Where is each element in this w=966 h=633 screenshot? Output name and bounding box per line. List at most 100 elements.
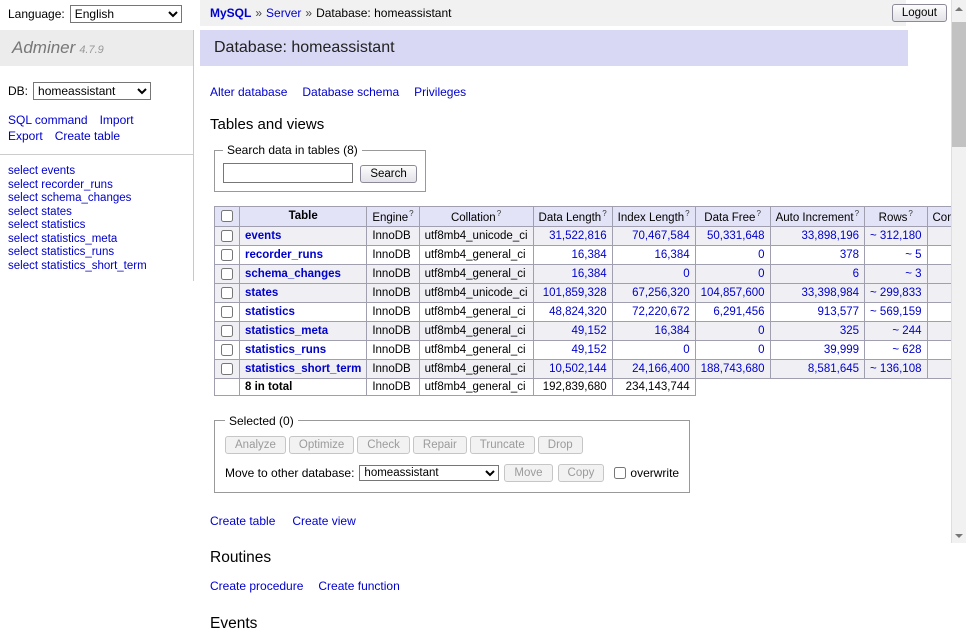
check-button[interactable]: Check: [357, 436, 410, 454]
index-length-link[interactable]: 16,384: [654, 249, 689, 261]
rows-link[interactable]: ~ 3: [905, 268, 921, 280]
data-free-link[interactable]: 0: [758, 344, 764, 356]
data-free-link[interactable]: 188,743,680: [701, 363, 765, 375]
table-link-states[interactable]: states: [245, 287, 278, 299]
help-link[interactable]: ?: [602, 209, 606, 218]
overwrite-checkbox[interactable]: [614, 467, 626, 479]
sidebar-select-statistics-short-term[interactable]: select statistics_short_term: [8, 260, 185, 274]
index-length-link[interactable]: 67,256,320: [632, 287, 690, 299]
data-length-link[interactable]: 101,859,328: [543, 287, 607, 299]
table-link-events[interactable]: events: [245, 230, 281, 242]
search-button[interactable]: Search: [360, 165, 416, 183]
sidebar-select-schema-changes[interactable]: select schema_changes: [8, 192, 185, 206]
data-length-link[interactable]: 31,522,816: [549, 230, 607, 242]
data-length-link[interactable]: 49,152: [571, 325, 606, 337]
table-link-statistics_runs[interactable]: statistics_runs: [245, 344, 326, 356]
sidebar-select-statistics-meta[interactable]: select statistics_meta: [8, 233, 185, 247]
sidebar-select-events[interactable]: select events: [8, 165, 185, 179]
search-input[interactable]: [223, 163, 353, 183]
table-link-statistics[interactable]: statistics: [245, 306, 295, 318]
analyze-button[interactable]: Analyze: [225, 436, 286, 454]
auto-increment-link[interactable]: 33,898,196: [801, 230, 859, 242]
rows-link[interactable]: ~ 312,180: [870, 230, 921, 242]
drop-button[interactable]: Drop: [538, 436, 583, 454]
data-length-link[interactable]: 10,502,144: [549, 363, 607, 375]
link-create-function[interactable]: Create function: [318, 579, 399, 593]
data-length-link[interactable]: 49,152: [571, 344, 606, 356]
auto-increment-link[interactable]: 8,581,645: [808, 363, 859, 375]
language-select[interactable]: English: [70, 5, 182, 23]
scroll-down-arrow-icon[interactable]: [952, 528, 966, 543]
help-link[interactable]: ?: [855, 209, 859, 218]
help-link[interactable]: ?: [908, 209, 912, 218]
link-privileges[interactable]: Privileges: [414, 85, 466, 99]
row-checkbox-events[interactable]: [221, 230, 233, 242]
link-alter-database[interactable]: Alter database: [210, 85, 287, 99]
copy-button[interactable]: Copy: [558, 464, 605, 482]
index-length-link[interactable]: 0: [683, 268, 689, 280]
link-create-view[interactable]: Create view: [292, 514, 355, 528]
data-free-link[interactable]: 6,291,456: [713, 306, 764, 318]
sidebar-link-create-table[interactable]: Create table: [55, 129, 120, 143]
scrollbar[interactable]: [951, 0, 966, 543]
link-database-schema[interactable]: Database schema: [302, 85, 399, 99]
link-create-procedure[interactable]: Create procedure: [210, 579, 303, 593]
row-checkbox-statistics_runs[interactable]: [221, 344, 233, 356]
sidebar-link-sql-command[interactable]: SQL command: [8, 113, 88, 127]
index-length-link[interactable]: 0: [683, 344, 689, 356]
auto-increment-link[interactable]: 39,999: [824, 344, 859, 356]
breadcrumb-server-link[interactable]: Server: [266, 6, 301, 20]
index-length-link[interactable]: 16,384: [654, 325, 689, 337]
data-length-link[interactable]: 48,824,320: [549, 306, 607, 318]
sidebar-select-recorder-runs[interactable]: select recorder_runs: [8, 179, 185, 193]
truncate-button[interactable]: Truncate: [470, 436, 535, 454]
rows-link[interactable]: ~ 299,833: [870, 287, 921, 299]
index-length-link[interactable]: 70,467,584: [632, 230, 690, 242]
sidebar-link-export[interactable]: Export: [8, 129, 43, 143]
table-link-statistics_meta[interactable]: statistics_meta: [245, 325, 328, 337]
data-free-link[interactable]: 50,331,648: [707, 230, 765, 242]
help-link[interactable]: ?: [685, 209, 689, 218]
sidebar-link-import[interactable]: Import: [100, 113, 134, 127]
data-free-link[interactable]: 0: [758, 268, 764, 280]
rows-link[interactable]: ~ 244: [892, 325, 921, 337]
rows-link[interactable]: ~ 628: [892, 344, 921, 356]
data-free-link[interactable]: 0: [758, 249, 764, 261]
repair-button[interactable]: Repair: [413, 436, 467, 454]
select-all-checkbox[interactable]: [221, 210, 233, 222]
optimize-button[interactable]: Optimize: [289, 436, 354, 454]
link-create-table[interactable]: Create table: [210, 514, 275, 528]
row-checkbox-statistics_meta[interactable]: [221, 325, 233, 337]
scrollbar-thumb[interactable]: [952, 22, 966, 147]
help-link[interactable]: ?: [409, 209, 413, 218]
help-link[interactable]: ?: [756, 209, 760, 218]
sidebar-select-statistics-runs[interactable]: select statistics_runs: [8, 246, 185, 260]
move-button[interactable]: Move: [504, 464, 552, 482]
table-link-recorder_runs[interactable]: recorder_runs: [245, 249, 323, 261]
auto-increment-link[interactable]: 378: [840, 249, 859, 261]
help-link[interactable]: ?: [497, 209, 501, 218]
table-link-schema_changes[interactable]: schema_changes: [245, 268, 341, 280]
data-length-link[interactable]: 16,384: [571, 268, 606, 280]
row-checkbox-statistics_short_term[interactable]: [221, 363, 233, 375]
data-free-link[interactable]: 104,857,600: [701, 287, 765, 299]
breadcrumb-mysql-link[interactable]: MySQL: [210, 6, 251, 20]
logout-button[interactable]: Logout: [892, 4, 947, 22]
move-db-select[interactable]: homeassistant: [359, 465, 499, 481]
data-length-link[interactable]: 16,384: [571, 249, 606, 261]
index-length-link[interactable]: 72,220,672: [632, 306, 690, 318]
rows-link[interactable]: ~ 569,159: [870, 306, 921, 318]
row-checkbox-schema_changes[interactable]: [221, 268, 233, 280]
auto-increment-link[interactable]: 913,577: [817, 306, 859, 318]
row-checkbox-states[interactable]: [221, 287, 233, 299]
db-select[interactable]: homeassistant: [33, 82, 151, 100]
index-length-link[interactable]: 24,166,400: [632, 363, 690, 375]
row-checkbox-statistics[interactable]: [221, 306, 233, 318]
table-link-statistics_short_term[interactable]: statistics_short_term: [245, 363, 361, 375]
auto-increment-link[interactable]: 6: [853, 268, 859, 280]
sidebar-select-statistics[interactable]: select statistics: [8, 219, 185, 233]
data-free-link[interactable]: 0: [758, 325, 764, 337]
scroll-up-arrow-icon[interactable]: [952, 0, 966, 15]
sidebar-select-states[interactable]: select states: [8, 206, 185, 220]
row-checkbox-recorder_runs[interactable]: [221, 249, 233, 261]
